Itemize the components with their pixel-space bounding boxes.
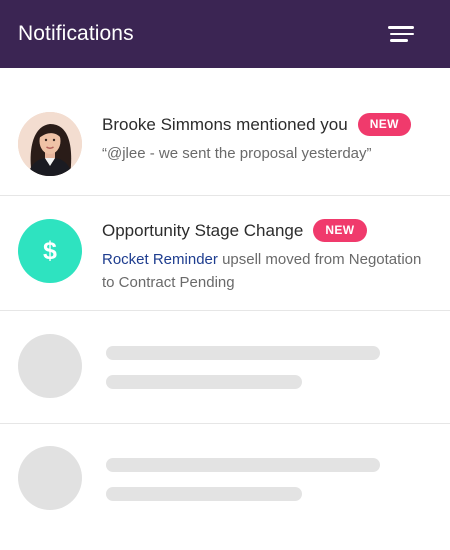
- skeleton-item: [0, 424, 450, 550]
- skeleton-line: [106, 458, 380, 472]
- skeleton-line: [106, 375, 302, 389]
- skeleton-avatar: [18, 334, 82, 398]
- new-badge: NEW: [313, 219, 367, 242]
- notification-content: Opportunity Stage Change NEW Rocket Remi…: [102, 219, 430, 294]
- skeleton-line: [106, 487, 302, 501]
- app-header: Notifications: [0, 0, 450, 68]
- page-title: Notifications: [18, 22, 134, 45]
- dollar-icon: $: [18, 219, 82, 283]
- menu-icon[interactable]: [384, 24, 414, 44]
- new-badge: NEW: [357, 113, 411, 136]
- notification-message: Rocket Reminder upsell moved from Negota…: [102, 248, 430, 294]
- notification-item[interactable]: Brooke Simmons mentioned you NEW “@jlee …: [0, 68, 450, 196]
- skeleton-item: [0, 311, 450, 424]
- notification-item[interactable]: $ Opportunity Stage Change NEW Rocket Re…: [0, 196, 450, 311]
- notification-title: Opportunity Stage Change: [102, 220, 304, 240]
- dollar-symbol: $: [43, 236, 57, 265]
- user-photo-icon: [18, 112, 82, 176]
- skeleton-line: [106, 346, 380, 360]
- notification-message: “@jlee - we sent the proposal yesterday”: [102, 145, 372, 162]
- avatar: [18, 112, 82, 176]
- record-link[interactable]: Rocket Reminder: [102, 251, 218, 268]
- skeleton-avatar: [18, 446, 82, 510]
- notification-content: Brooke Simmons mentioned you NEW “@jlee …: [102, 113, 430, 165]
- notification-title: Brooke Simmons mentioned you: [102, 114, 348, 134]
